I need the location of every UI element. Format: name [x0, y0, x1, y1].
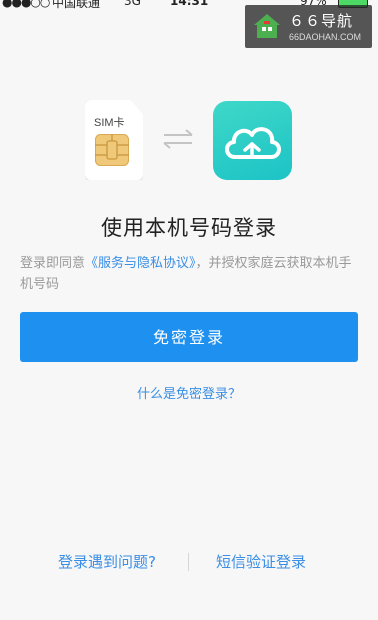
footer-divider — [188, 553, 189, 571]
sms-login-link[interactable]: 短信验证登录 — [216, 551, 306, 572]
footer-links: 登录遇到问题? 短信验证登录 — [0, 551, 378, 575]
watermark-brand: ６６导航 — [289, 12, 354, 30]
password-free-login-button[interactable]: 免密登录 — [20, 312, 358, 362]
watermark: ６６导航 66DAOHAN.COM — [245, 5, 372, 48]
agreement-prefix: 登录即同意 — [20, 256, 86, 271]
sim-chip-icon — [95, 134, 129, 166]
login-problem-link[interactable]: 登录遇到问题? — [58, 551, 156, 572]
status-time: 14:31 — [170, 0, 209, 8]
sim-card-label: SIM卡 — [94, 117, 125, 129]
cloud-app-icon — [213, 101, 292, 180]
what-is-password-free-link[interactable]: 什么是免密登录？ — [0, 383, 378, 402]
signal-strength-icon: ●●●○○ — [2, 0, 50, 9]
house-logo-icon — [253, 12, 281, 40]
agreement-text: 登录即同意《服务与隐私协议》，并授权家庭云获取本机手机号码 — [20, 253, 360, 295]
page-title: 使用本机号码登录 — [101, 216, 277, 240]
network-type: 3G — [124, 0, 141, 8]
swap-arrows-icon — [160, 128, 196, 150]
watermark-domain: 66DAOHAN.COM — [289, 32, 362, 42]
privacy-agreement-link[interactable]: 《服务与隐私协议》 — [85, 256, 196, 271]
carrier-name: 中国联通 — [52, 0, 101, 10]
sim-card-icon: SIM卡 — [85, 100, 143, 180]
